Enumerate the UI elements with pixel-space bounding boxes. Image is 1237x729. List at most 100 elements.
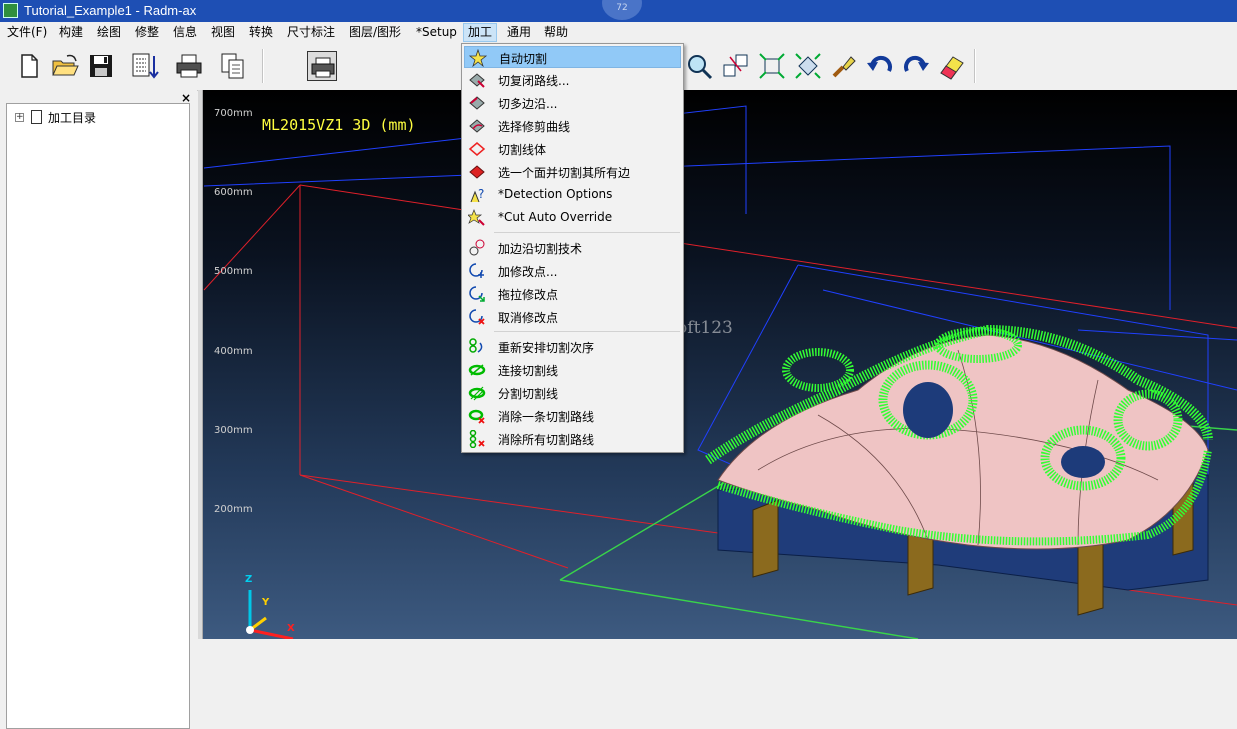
menu-item-label: *Detection Options [498, 187, 613, 201]
menu-item-label: 选择修剪曲线 [498, 120, 571, 134]
menu-item[interactable]: 构建 [55, 24, 87, 41]
menu-item[interactable]: 通用 [503, 24, 535, 41]
menu-item[interactable]: 取消修改点 [464, 306, 681, 328]
svg-text:?: ? [478, 187, 484, 201]
menu-item[interactable]: 切复闭路线... [464, 69, 681, 91]
sidebar-panel: × + 加工目录 [0, 90, 197, 729]
title-bar: Tutorial_Example1 - Radm-ax 72 [0, 0, 1237, 22]
menu-item[interactable]: 选一个面并切割其所有边 [464, 161, 681, 183]
join-cuts-icon [468, 361, 486, 379]
y-tick-label: 500mm [214, 266, 253, 277]
menu-item[interactable]: *Cut Auto Override [464, 207, 681, 229]
menu-item[interactable]: 选择修剪曲线 [464, 115, 681, 137]
eraser-icon[interactable] [937, 51, 967, 81]
menu-item[interactable]: 加边沿切割技术 [464, 237, 681, 259]
menu-item-label: 消除一条切割路线 [498, 410, 595, 424]
model-caption: ML2015VZ1 3D (mm) [262, 116, 416, 134]
menu-item[interactable]: 信息 [169, 24, 201, 41]
paint-brush-icon[interactable] [829, 51, 859, 81]
menu-item-label: 切割线体 [498, 143, 547, 157]
star-cursor-icon [468, 48, 488, 68]
menu-item-label: 自动切割 [499, 52, 548, 66]
detection-options-icon: ? [468, 186, 486, 204]
menu-separator [494, 232, 680, 233]
face-edges-icon [468, 163, 486, 181]
save-icon[interactable] [86, 51, 116, 81]
drag-point-icon [468, 285, 486, 303]
machining-menu-dropdown: 自动切割切复闭路线... 切多边沿... 选择修剪曲线 切割线体选一个面并切割其所有边… [461, 43, 684, 453]
menu-item[interactable]: 连接切割线 [464, 359, 681, 381]
menu-item[interactable]: 转换 [245, 24, 277, 41]
menu-item-label: *Cut Auto Override [498, 210, 613, 224]
edge-technique-icon [468, 239, 486, 257]
menu-item-label: 取消修改点 [498, 311, 559, 325]
menu-item-label: 加修改点... [498, 265, 558, 279]
toolbar-separator [974, 49, 976, 83]
menu-item[interactable]: 加修改点... [464, 260, 681, 282]
document-icon [31, 110, 42, 124]
y-tick-label: 700mm [214, 108, 253, 119]
menu-item-label: 选一个面并切割其所有边 [498, 166, 631, 180]
menu-item[interactable]: 修整 [131, 24, 163, 41]
menu-item[interactable]: 消除一条切割路线 [464, 405, 681, 427]
overlay-badge: 72 [602, 0, 642, 20]
menu-item[interactable]: 切割线体 [464, 138, 681, 160]
machining-tree: + 加工目录 [6, 103, 190, 729]
menu-item[interactable]: 分割切割线 [464, 382, 681, 404]
y-tick-label: 200mm [214, 504, 253, 515]
window-title: Tutorial_Example1 - Radm-ax [24, 3, 197, 18]
menu-item[interactable]: 文件(F) [3, 24, 51, 41]
hole [903, 382, 953, 438]
menu-item-label: 消除所有切割路线 [498, 433, 595, 447]
trim-curve-icon [468, 117, 486, 135]
menu-item[interactable]: 消除所有切割路线 [464, 428, 681, 450]
layer-view-icon[interactable] [721, 51, 751, 81]
open-folder-icon[interactable] [50, 51, 80, 81]
fit-window-icon[interactable] [757, 51, 787, 81]
menu-item[interactable]: 帮助 [540, 24, 572, 41]
printer-preview-icon[interactable] [307, 51, 337, 81]
tree-expander[interactable]: + [15, 113, 24, 122]
menu-item[interactable]: 加工 [463, 23, 498, 42]
remove-point-icon [468, 308, 486, 326]
menu-item[interactable]: 重新安排切割次序 [464, 336, 681, 358]
tree-root-label[interactable]: 加工目录 [48, 109, 96, 126]
menu-item-label: 分割切割线 [498, 387, 559, 401]
menu-item-label: 切复闭路线... [498, 74, 570, 88]
menu-item[interactable]: *Setup [412, 24, 461, 41]
menu-separator [494, 331, 680, 332]
3d-viewport[interactable]: Z Y X 700mm 600mm 500mm 400mm 300mm 200m… [198, 90, 1237, 639]
copy-icon[interactable] [218, 51, 248, 81]
axis-label-x: X [287, 623, 295, 634]
menu-item-label: 拖拉修改点 [498, 288, 559, 302]
menu-item-label: 连接切割线 [498, 364, 559, 378]
menu-item[interactable]: 图层/图形 [345, 24, 405, 41]
menu-item[interactable]: 视图 [207, 24, 239, 41]
redo-icon[interactable] [901, 51, 931, 81]
y-tick-label: 600mm [214, 187, 253, 198]
closed-path-icon [468, 71, 486, 89]
print-icon[interactable] [174, 51, 204, 81]
menu-item[interactable]: ? *Detection Options [464, 184, 681, 206]
axis-triad [246, 590, 294, 639]
menu-item-label: 切多边沿... [498, 97, 558, 111]
menu-item[interactable]: 拖拉修改点 [464, 283, 681, 305]
undo-icon[interactable] [865, 51, 895, 81]
y-tick-label: 300mm [214, 425, 253, 436]
axis-label-y: Y [262, 597, 270, 608]
app-icon [3, 3, 18, 18]
hole [1061, 446, 1105, 478]
split-cuts-icon [468, 384, 486, 402]
menu-item[interactable]: 绘图 [93, 24, 125, 41]
zoom-magnifier-icon[interactable] [684, 51, 714, 81]
new-file-icon[interactable] [14, 51, 44, 81]
zoom-all-icon[interactable] [793, 51, 823, 81]
toolbar-separator [262, 49, 264, 83]
menu-item-label: 重新安排切割次序 [498, 341, 595, 355]
menu-item[interactable]: 自动切割 [464, 46, 681, 68]
import-list-icon[interactable] [130, 51, 160, 81]
auto-override-icon [467, 209, 486, 227]
menu-item[interactable]: 切多边沿... [464, 92, 681, 114]
menu-bar: 文件(F) 构建 绘图 修整 信息 视图 转换 尺寸标注 图层/图形 *Setup 加工 通用 帮助 [0, 22, 1237, 44]
menu-item[interactable]: 尺寸标注 [283, 24, 339, 41]
